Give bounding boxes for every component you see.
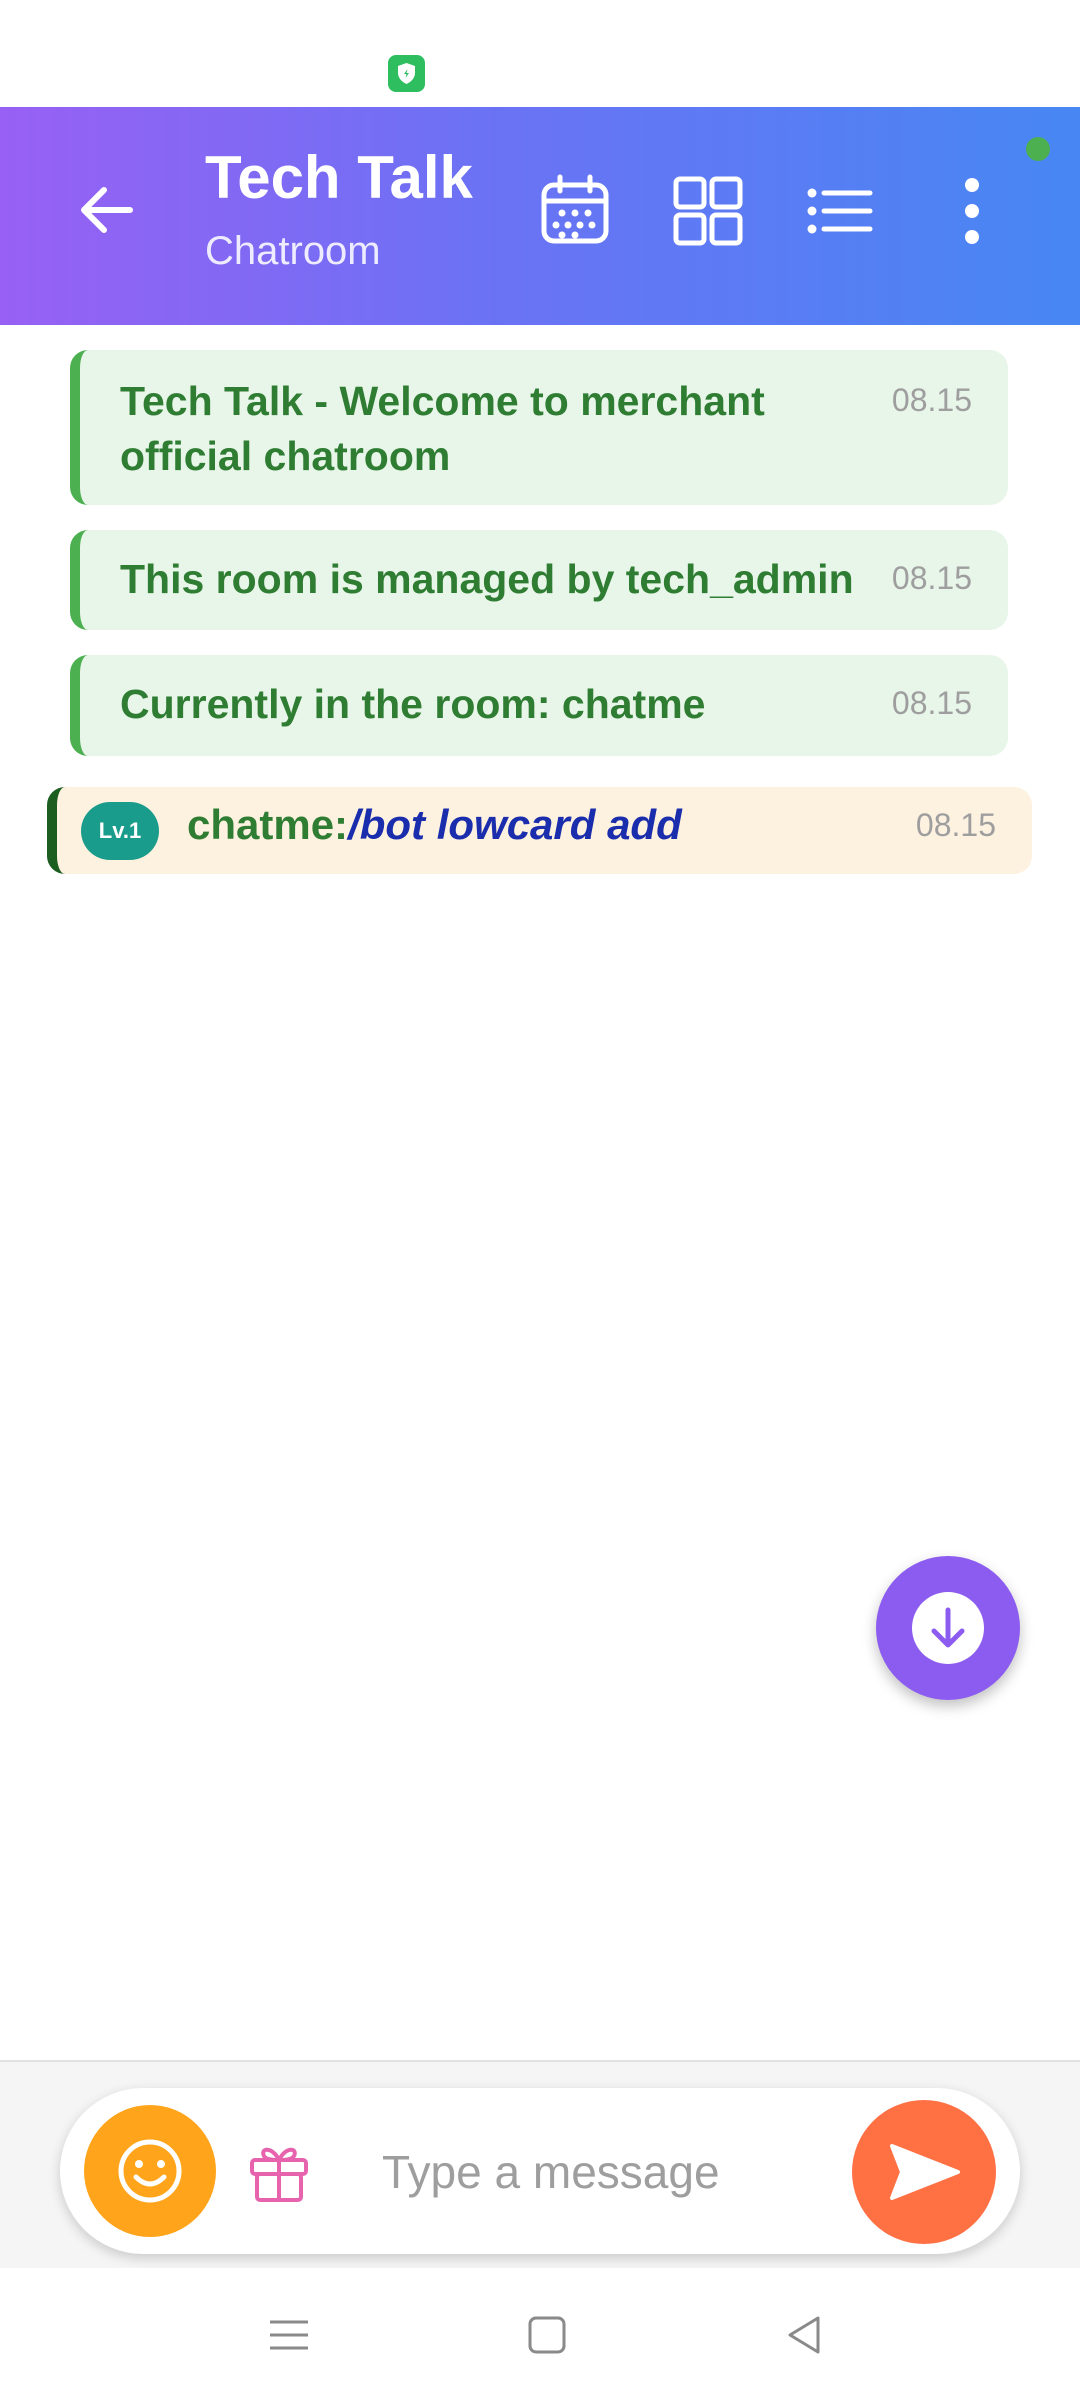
message-input[interactable] xyxy=(380,2128,864,2216)
message-time: 08.15 xyxy=(891,560,972,596)
gift-icon xyxy=(250,2147,308,2202)
message-username[interactable]: chatme: xyxy=(187,801,348,848)
calendar-icon[interactable] xyxy=(536,171,616,251)
home-icon[interactable] xyxy=(526,2314,568,2361)
gift-button[interactable] xyxy=(244,2136,314,2206)
system-message: This room is managed by tech_admin 08.15 xyxy=(70,530,1008,630)
list-icon[interactable] xyxy=(800,171,880,251)
system-message-text: This room is managed by tech_admin xyxy=(120,556,854,602)
more-vert-icon[interactable] xyxy=(932,171,1012,251)
system-nav-bar xyxy=(0,2268,1080,2400)
chat-header: Tech Talk Chatroom xyxy=(0,107,1080,325)
shield-icon xyxy=(388,55,425,92)
message-command: /bot lowcard add xyxy=(348,801,682,848)
system-message: Tech Talk - Welcome to merchant official… xyxy=(70,350,1008,505)
grid-icon[interactable] xyxy=(668,171,748,251)
back-arrow-icon[interactable] xyxy=(74,177,140,243)
send-button[interactable] xyxy=(852,2100,996,2244)
send-icon xyxy=(890,2144,960,2200)
back-icon[interactable] xyxy=(784,2314,826,2361)
message-time: 08.15 xyxy=(891,685,972,721)
message-time: 08.15 xyxy=(915,807,996,843)
message-time: 08.15 xyxy=(891,382,972,418)
message-composer xyxy=(60,2088,1020,2254)
menu-icon[interactable] xyxy=(268,2314,310,2361)
status-bar xyxy=(0,0,1080,107)
system-message-text-line1: Tech Talk - Welcome to merchant xyxy=(120,378,765,424)
chat-subtitle: Chatroom xyxy=(205,229,381,273)
chat-title: Tech Talk xyxy=(205,144,473,211)
level-badge: Lv.1 xyxy=(81,802,159,860)
message-content: chatme:/bot lowcard add xyxy=(187,801,682,849)
online-indicator xyxy=(1026,137,1050,161)
system-message: Currently in the room: chatme 08.15 xyxy=(70,655,1008,756)
scroll-down-icon xyxy=(912,1592,984,1664)
user-message[interactable]: Lv.1 chatme:/bot lowcard add 08.15 xyxy=(47,787,1032,874)
emoji-icon xyxy=(118,2139,182,2203)
system-message-text: Currently in the room: chatme xyxy=(120,681,706,727)
emoji-button[interactable] xyxy=(84,2105,216,2237)
scroll-down-button[interactable] xyxy=(876,1556,1020,1700)
system-message-text-line2: official chatroom xyxy=(120,433,451,479)
